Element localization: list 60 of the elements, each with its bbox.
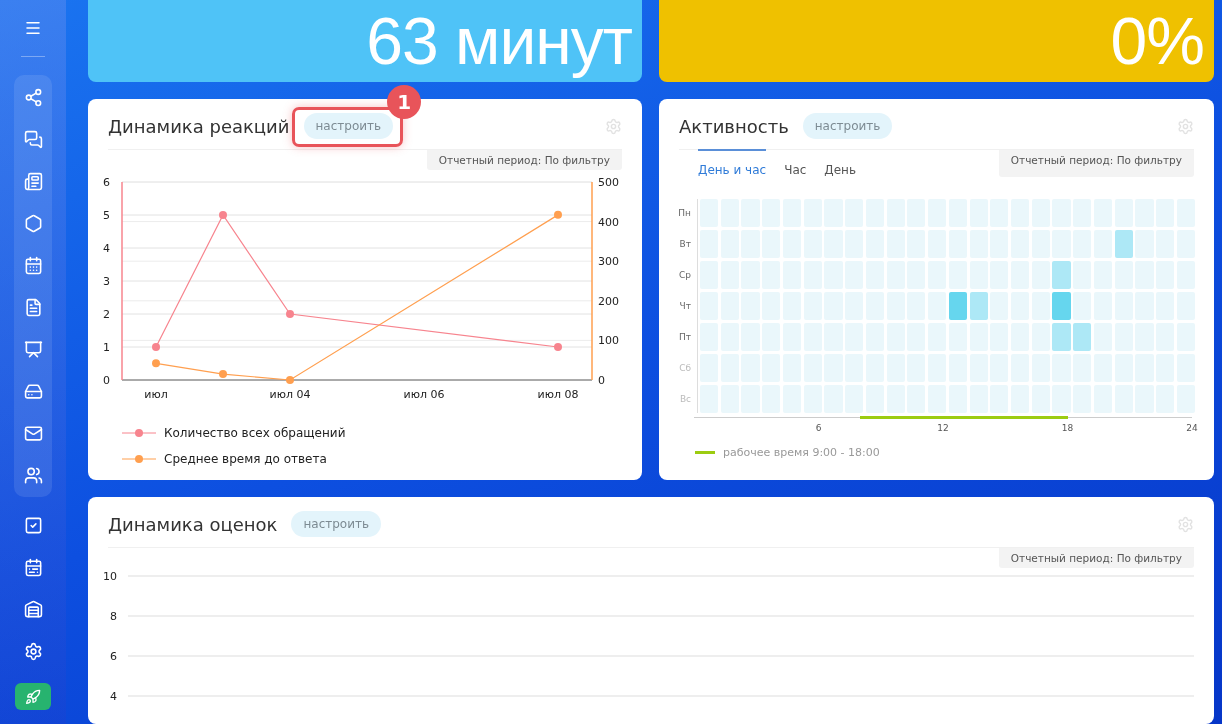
card-title: Динамика оценок [108,513,278,535]
tab[interactable]: Час [784,149,807,177]
data-point [286,376,294,384]
card-title: Динамика реакций [108,115,290,137]
axis-label: 4 [103,242,110,255]
day-label: Ср [678,269,692,282]
axis-label: 4 [110,690,117,703]
stat-value: 0% [1110,3,1204,79]
axis-label: 6 [110,650,117,663]
axis-label: 400 [598,215,619,229]
data-point [286,310,294,318]
legend-marker-icon [122,454,156,464]
data-point [152,359,160,368]
axis-label: 500 [598,176,619,189]
day-label: Чт [678,300,692,313]
axis-label: 18 [1061,423,1074,433]
legend-item[interactable]: Среднее время до ответа [122,452,642,466]
axis-label: 0 [598,374,605,387]
axis-label: 3 [103,275,110,288]
tab[interactable]: День и час [698,149,767,177]
axis-label: 0 [103,374,110,387]
axis-label: 2 [103,308,110,321]
period-label: Отчетный период: По фильтру [426,150,622,170]
axis-label: 12 [937,423,949,433]
callout-badge: 1 [387,85,422,119]
card-title: Активность [679,115,789,137]
launch-button[interactable] [15,683,51,710]
axis-label: 100 [598,334,619,348]
rocket-icon [25,688,41,705]
axis-label: 6 [103,176,110,189]
period-label: Отчетный период: По фильтру [998,150,1194,177]
axis-label: июл 06 [403,388,445,401]
legend-line-icon [695,451,715,454]
day-label: Вт [678,238,692,251]
data-point [219,370,227,379]
axis-label: 1 [103,341,110,354]
axis-label: 200 [598,294,619,308]
legend-marker-icon [122,428,156,438]
legend-label: рабочее время 9:00 - 18:00 [723,446,880,459]
stat-value: 63 минут [366,3,632,79]
day-label: Пт [678,331,692,344]
axis-label: 5 [103,209,110,222]
axis-label: 6 [815,423,822,433]
axis-label: 8 [110,610,117,623]
axis-label: июл 04 [269,388,311,401]
axis-label: 24 [1186,423,1198,433]
tab[interactable]: День [824,149,857,177]
day-label: Сб [678,362,692,375]
axis-label: июл 08 [537,388,579,401]
data-point [554,343,562,351]
axis-label: 10 [103,570,117,583]
axis-label: июл [144,388,168,401]
day-label: Пн [677,207,692,220]
data-point [554,210,562,219]
day-label: Вс [678,393,692,406]
legend-item[interactable]: Количество всех обращений [122,426,642,440]
axis-label: 300 [598,255,619,269]
data-point [152,343,160,351]
data-point [219,211,227,219]
period-label: Отчетный период: По фильтру [998,548,1194,568]
